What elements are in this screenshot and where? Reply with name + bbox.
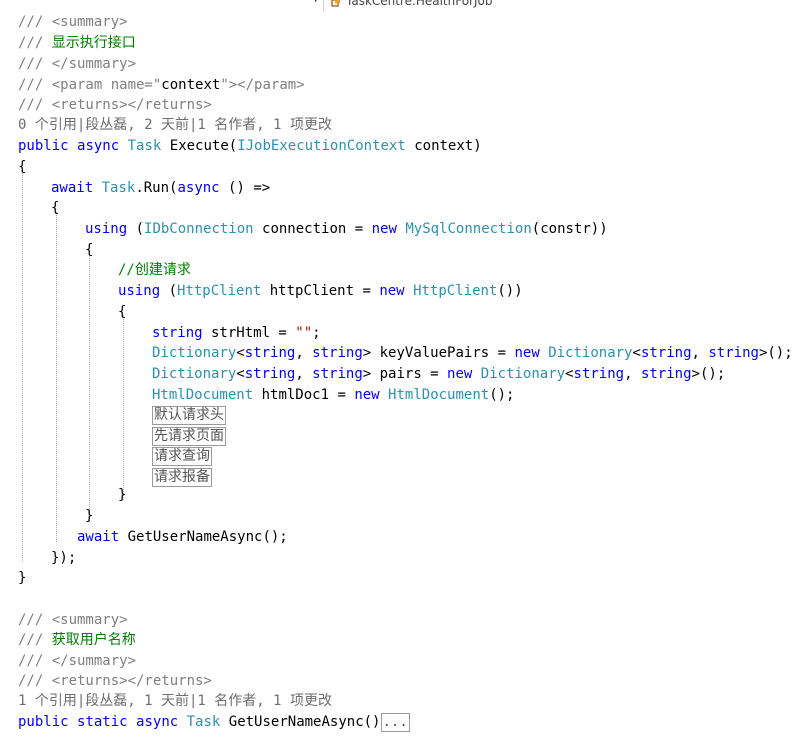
code-line: Dictionary<string, string> pairs = new D… — [152, 366, 726, 382]
code-line: //创建请求 — [118, 262, 191, 278]
collapsed-region[interactable]: 默认请求头 — [152, 405, 226, 426]
code-line: { — [118, 304, 127, 320]
collapsed-region[interactable]: 请求报备 — [152, 467, 212, 488]
code-line: /// </summary> — [18, 56, 137, 72]
indent-guide — [56, 212, 57, 542]
indent-guide — [22, 170, 23, 562]
code-line: { — [18, 159, 27, 175]
navbar-divider — [323, 0, 324, 12]
member-icon — [331, 0, 340, 7]
member-dropdown[interactable]: TaskCentre.HealthForJob — [346, 0, 493, 8]
code-line: } — [85, 508, 94, 524]
collapsed-region[interactable]: 请求查询 — [152, 446, 212, 467]
code-line: string strHtml = ""; — [152, 325, 321, 341]
code-line: /// 获取用户名称 — [18, 632, 136, 648]
code-line: await GetUserNameAsync(); — [77, 529, 288, 545]
codelens-info[interactable]: 1 个引用|段丛磊, 1 天前|1 名作者, 1 项更改 — [18, 691, 332, 712]
code-line: public static async Task GetUserNameAsyn… — [18, 713, 410, 732]
indent-guide — [123, 315, 124, 500]
code-line: { — [85, 242, 94, 258]
code-line: await Task.Run(async () => — [51, 180, 271, 196]
code-editor[interactable]: /// <summary> /// 显示执行接口 /// </summary> … — [0, 12, 807, 740]
code-line: /// <summary> — [18, 612, 128, 628]
code-line: }); — [51, 550, 77, 566]
code-line: /// <summary> — [18, 14, 128, 30]
code-line: /// 显示执行接口 — [18, 35, 136, 51]
codelens-info[interactable]: 0 个引用|段丛磊, 2 天前|1 名作者, 1 项更改 — [18, 115, 332, 136]
code-line: { — [51, 200, 60, 216]
collapsed-body-button[interactable]: ... — [380, 713, 410, 732]
code-line: using (HttpClient httpClient = new HttpC… — [118, 283, 523, 299]
code-line: /// <param name="context"></param> — [18, 77, 305, 93]
collapsed-region[interactable]: 先请求页面 — [152, 426, 226, 447]
code-line: /// <returns></returns> — [18, 673, 212, 689]
code-line: public async Task Execute(IJobExecutionC… — [18, 138, 482, 154]
code-line: } — [18, 570, 27, 586]
code-line: } — [118, 487, 127, 503]
navigation-bar: ▾ TaskCentre.HealthForJob — [0, 0, 807, 12]
code-line: /// </summary> — [18, 653, 137, 669]
code-line: /// <returns></returns> — [18, 97, 212, 113]
dropdown-arrow-icon[interactable]: ▾ — [313, 0, 318, 6]
code-line: HtmlDocument htmlDoc1 = new HtmlDocument… — [152, 387, 515, 403]
code-line: using (IDbConnection connection = new My… — [85, 221, 608, 237]
indent-guide — [89, 253, 90, 521]
code-line: Dictionary<string, string> keyValuePairs… — [152, 345, 793, 361]
